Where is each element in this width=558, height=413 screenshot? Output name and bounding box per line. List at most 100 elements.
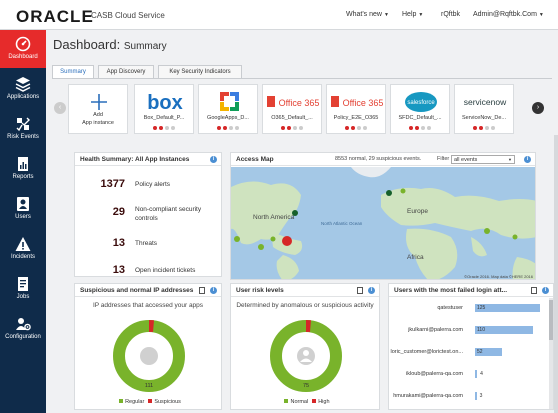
- map-marker-normal[interactable]: [484, 228, 490, 234]
- office365-logo: Office 365: [267, 96, 320, 108]
- info-icon[interactable]: i: [542, 287, 549, 294]
- sidebar-item-risk-events[interactable]: Risk Events: [0, 110, 46, 148]
- bar-value: 4: [480, 371, 483, 377]
- map-label-north-america: North America: [253, 214, 295, 221]
- legend-suspicious: Suspicious: [154, 399, 181, 405]
- map-marker-normal[interactable]: [234, 236, 240, 242]
- policy-alerts-count[interactable]: 1377: [89, 178, 125, 190]
- chevron-right-icon: ›: [536, 104, 540, 111]
- info-icon[interactable]: i: [210, 156, 217, 163]
- ip-legend: Regular Suspicious: [75, 399, 221, 405]
- panel-title: Health Summary: All App Instances: [75, 153, 221, 166]
- risk-events-icon: [16, 117, 30, 132]
- sidebar-item-label: Reports: [12, 174, 34, 180]
- app-card-sfdc[interactable]: salesforce SFDC_Default_...: [390, 84, 450, 134]
- bar-user: loric_customer@lorictest.on...: [390, 349, 463, 355]
- map-marker-normal[interactable]: [386, 190, 392, 196]
- info-icon[interactable]: i: [524, 156, 531, 163]
- tenant-name[interactable]: rQftbk: [441, 11, 460, 18]
- ip-addresses-panel: Suspicious and normal IP addresses i IP …: [74, 283, 222, 410]
- dashboard-icon: [15, 36, 31, 52]
- status-dots: [391, 125, 449, 132]
- sidebar-item-incidents[interactable]: Incidents: [0, 230, 46, 268]
- bar[interactable]: [475, 392, 477, 400]
- map-marker-normal[interactable]: [512, 234, 518, 240]
- threats-label: Threats: [135, 240, 158, 247]
- bar-row[interactable]: jkulkarni@palerra.com 110: [389, 324, 547, 338]
- warning-icon: [15, 237, 31, 251]
- help-menu[interactable]: Help ▼: [402, 11, 423, 18]
- map-marker-suspicious[interactable]: [282, 236, 292, 246]
- office365-logo: Office 365: [331, 96, 384, 108]
- access-map-panel: Access Map 8553 normal, 29 suspicious ev…: [230, 152, 536, 280]
- bar-user: hmurakami@palerra-qa.com: [393, 393, 463, 399]
- app-card-googleapps[interactable]: GoogleApps_D...: [198, 84, 258, 134]
- legend-high: High: [318, 399, 330, 405]
- map-marker-normal[interactable]: [400, 188, 406, 194]
- user-menu[interactable]: Admin@Rqftbk.Com ▼: [473, 11, 544, 18]
- donut-center-value: 111: [145, 383, 153, 389]
- page-title: Dashboard: Summary: [53, 37, 167, 52]
- main-content: Dashboard: Summary Summary App Discovery…: [46, 30, 558, 413]
- sidebar-item-dashboard[interactable]: Dashboard: [0, 30, 46, 68]
- bar-row[interactable]: loric_customer@lorictest.on... 52: [389, 346, 547, 360]
- app-carousel: ‹ Add App instance box Box_Default_P... …: [52, 84, 552, 138]
- carousel-prev-button[interactable]: ‹: [54, 102, 66, 114]
- map-attribution: ©Oracle 2016. Map data ©HERE 2016: [464, 274, 534, 279]
- bar-row[interactable]: ikloub@palerra-qa.com 4: [389, 368, 547, 382]
- oracle-logo: ORACLE: [16, 7, 94, 26]
- google-apps-logo: [220, 92, 239, 111]
- office365-logo-text: Office 365: [343, 98, 384, 108]
- reports-icon: [18, 157, 28, 171]
- add-app-instance-card[interactable]: Add App instance: [68, 84, 128, 134]
- sidebar-item-label: Risk Events: [7, 134, 39, 140]
- status-dots: [199, 125, 257, 132]
- tab-app-discovery[interactable]: App Discovery: [98, 65, 154, 78]
- bar-user: jkulkarni@palerra.com: [408, 327, 463, 333]
- export-icon[interactable]: [199, 287, 205, 294]
- plus-icon: [91, 94, 107, 110]
- status-dots: [327, 125, 385, 132]
- sidebar-item-applications[interactable]: Applications: [0, 70, 46, 108]
- whats-new-menu[interactable]: What's new ▼: [346, 11, 389, 18]
- sidebar-item-configuration[interactable]: Configuration: [0, 310, 46, 348]
- filter-value: all events: [454, 157, 478, 163]
- map-marker-normal[interactable]: [292, 210, 298, 216]
- map-marker-normal[interactable]: [270, 236, 276, 242]
- page-scrollbar[interactable]: [554, 135, 558, 413]
- map-marker-normal[interactable]: [258, 244, 264, 250]
- app-card-servicenow[interactable]: servicenow ServiceNow_De...: [454, 84, 514, 134]
- info-icon[interactable]: i: [210, 287, 217, 294]
- legend-regular: Regular: [125, 399, 145, 405]
- tab-key-security-indicators[interactable]: Key Security Indicators: [158, 65, 242, 78]
- ip-donut-chart[interactable]: 111: [111, 318, 187, 394]
- export-icon[interactable]: [531, 287, 537, 294]
- incident-tickets-count[interactable]: 13: [89, 264, 125, 276]
- info-icon[interactable]: i: [368, 287, 375, 294]
- app-card-policy-e2e[interactable]: Office 365 Policy_E2E_O365: [326, 84, 386, 134]
- page-title-prefix: Dashboard:: [53, 37, 121, 52]
- filter-select[interactable]: all events ▼: [451, 155, 515, 164]
- sidebar-item-reports[interactable]: Reports: [0, 150, 46, 188]
- export-icon[interactable]: [357, 287, 363, 294]
- carousel-next-button[interactable]: ›: [532, 102, 544, 114]
- app-card-name: ServiceNow_De...: [461, 115, 507, 121]
- bar-row[interactable]: hmurakami@palerra-qa.com 3: [389, 390, 547, 404]
- app-card-o365-default[interactable]: Office 365 O365_Default_...: [262, 84, 322, 134]
- box-logo: box: [147, 92, 183, 113]
- sidebar-item-users[interactable]: Users: [0, 190, 46, 228]
- bar-row[interactable]: qatestuser 125: [389, 302, 547, 316]
- sidebar-item-label: Dashboard: [8, 54, 38, 60]
- world-map[interactable]: North America North Atlantic Ocean Europ…: [231, 167, 536, 280]
- threats-count[interactable]: 13: [89, 237, 125, 249]
- bar[interactable]: [475, 370, 478, 378]
- sidebar-item-label: Applications: [6, 94, 40, 100]
- sidebar-item-jobs[interactable]: Jobs: [0, 270, 46, 308]
- tab-summary[interactable]: Summary: [52, 65, 94, 78]
- risk-donut-chart[interactable]: 75: [268, 318, 344, 394]
- office365-logo-text: Office 365: [279, 98, 320, 108]
- scrollbar-thumb[interactable]: [549, 300, 553, 340]
- noncompliant-count[interactable]: 29: [89, 206, 125, 218]
- add-app-sublabel: App instance: [82, 120, 114, 126]
- app-card-box[interactable]: box Box_Default_P...: [134, 84, 194, 134]
